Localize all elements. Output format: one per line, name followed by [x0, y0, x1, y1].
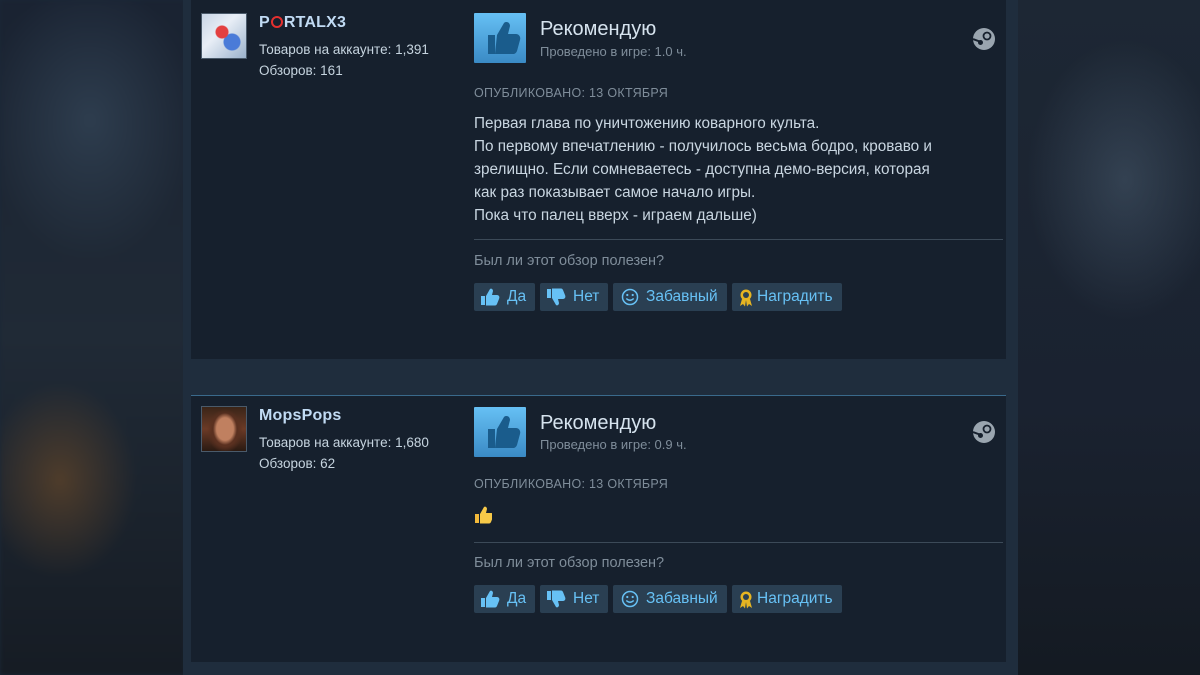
products-count[interactable]: Товаров на аккаунте: 1,391 [259, 39, 429, 60]
review-card: P RTALX3 Товаров на аккаунте: 1,391 Обзор… [191, 0, 1006, 359]
vote-funny-label: Забавный [646, 590, 718, 607]
vote-funny-button[interactable]: Забавный [613, 585, 727, 613]
award-button[interactable]: Наградить [732, 585, 842, 613]
recommended-thumb-icon[interactable] [474, 13, 526, 63]
avatar[interactable] [201, 13, 247, 59]
review-text: Первая глава по уничтожению коварного ку… [474, 112, 999, 227]
posted-date: ОПУБЛИКОВАНО: 13 ОКТЯБРЯ [474, 86, 669, 100]
vote-no-button[interactable]: Нет [540, 585, 608, 613]
award-ribbon-icon [740, 591, 752, 609]
thumbs-down-icon [547, 590, 566, 608]
recommendation-title: Рекомендую [540, 412, 657, 434]
award-ribbon-icon [740, 289, 752, 307]
recommendation-title: Рекомендую [540, 18, 657, 40]
vote-no-label: Нет [573, 590, 600, 607]
steam-icon [973, 421, 995, 443]
recommended-thumb-icon[interactable] [474, 407, 526, 457]
smiley-icon [621, 288, 639, 306]
vote-no-label: Нет [573, 288, 600, 305]
hours-played: Проведено в игре: 0.9 ч. [540, 437, 687, 452]
thumbs-up-icon [481, 288, 500, 306]
review-text-line: Первая глава по уничтожению коварного ку… [474, 115, 820, 132]
award-label: Наградить [757, 590, 833, 607]
thumbs-up-emoji-icon [475, 506, 492, 524]
thumbs-up-icon [481, 590, 500, 608]
divider [474, 239, 1003, 240]
portal-logo-icon [270, 16, 283, 28]
award-button[interactable]: Наградить [732, 283, 842, 311]
vote-funny-button[interactable]: Забавный [613, 283, 727, 311]
author-stats: Товаров на аккаунте: 1,391 Обзоров: 161 [259, 39, 429, 81]
vote-yes-label: Да [507, 590, 527, 607]
products-count[interactable]: Товаров на аккаунте: 1,680 [259, 432, 429, 453]
author-stats: Товаров на аккаунте: 1,680 Обзоров: 62 [259, 432, 429, 474]
thumbs-down-icon [547, 288, 566, 306]
posted-date: ОПУБЛИКОВАНО: 13 ОКТЯБРЯ [474, 477, 669, 491]
steam-icon [973, 28, 995, 50]
blurred-background-left [0, 0, 185, 675]
blurred-background-right [1005, 0, 1200, 675]
username[interactable]: P RTALX3 [259, 14, 346, 32]
username[interactable]: MopsPops [259, 407, 342, 425]
review-text-line: По первому впечатлению - получилось весь… [474, 138, 932, 155]
divider [474, 542, 1003, 543]
review-card: MopsPops Товаров на аккаунте: 1,680 Обзо… [191, 395, 1006, 662]
avatar[interactable] [201, 406, 247, 452]
vote-funny-label: Забавный [646, 288, 718, 305]
review-text-line: зрелищно. Если сомневаетесь - доступна д… [474, 161, 930, 178]
vote-yes-label: Да [507, 288, 527, 305]
smiley-icon [621, 590, 639, 608]
helpful-question: Был ли этот обзор полезен? [474, 253, 665, 269]
reviews-count[interactable]: Обзоров: 161 [259, 60, 429, 81]
vote-no-button[interactable]: Нет [540, 283, 608, 311]
hours-played: Проведено в игре: 1.0 ч. [540, 44, 687, 59]
review-text-line: как раз показывает самое начало игры. [474, 184, 756, 201]
award-label: Наградить [757, 288, 833, 305]
vote-yes-button[interactable]: Да [474, 283, 535, 311]
helpful-question: Был ли этот обзор полезен? [474, 555, 665, 571]
reviews-count[interactable]: Обзоров: 62 [259, 453, 429, 474]
vote-yes-button[interactable]: Да [474, 585, 535, 613]
review-text-line: Пока что палец вверх - играем дальше) [474, 207, 757, 224]
